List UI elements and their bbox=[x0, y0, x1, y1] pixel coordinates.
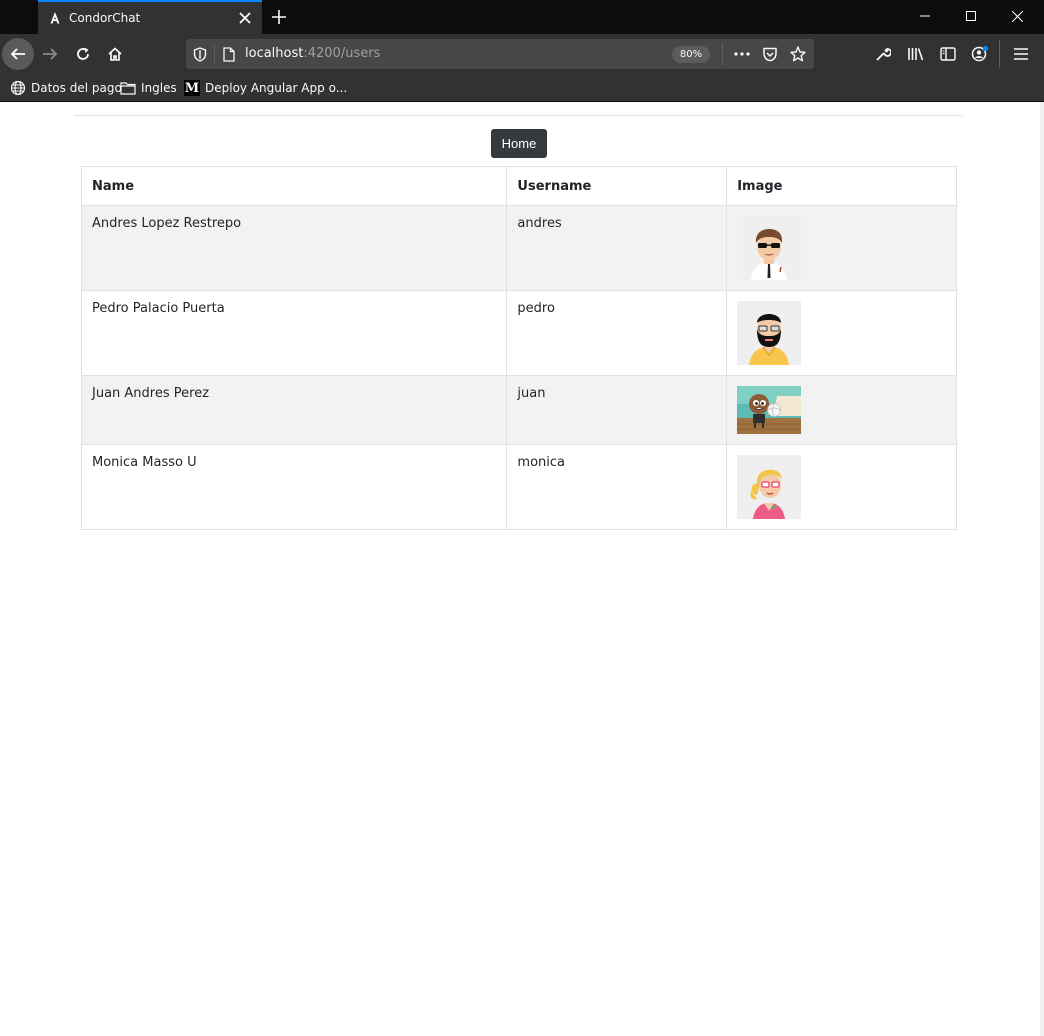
cell-name: Andres Lopez Restrepo bbox=[80, 205, 508, 291]
bookmark-label: Deploy Angular App o... bbox=[205, 81, 348, 95]
close-tab-icon[interactable] bbox=[234, 7, 256, 29]
minimize-icon[interactable] bbox=[902, 0, 948, 32]
tab-strip: CondorChat bbox=[0, 0, 1044, 34]
home-button[interactable]: Home bbox=[491, 129, 547, 158]
column-header-image: Image bbox=[726, 166, 957, 206]
url-host: localhost bbox=[245, 46, 304, 61]
tab-title: CondorChat bbox=[69, 11, 141, 25]
navigation-toolbar: localhost:4200/users 80% bbox=[0, 34, 1044, 74]
zoom-level-badge[interactable]: 80% bbox=[672, 46, 710, 63]
cell-image bbox=[726, 205, 957, 291]
medium-icon: M bbox=[184, 80, 200, 96]
page-content: Home Name Username Image Andres Lopez Re… bbox=[0, 102, 1044, 1036]
table-row: Andres Lopez Restrepo andres bbox=[80, 205, 957, 291]
page-icon[interactable] bbox=[219, 44, 239, 64]
users-table: Name Username Image Andres Lopez Restrep… bbox=[80, 166, 957, 530]
bookmark-label: Datos del pago bbox=[31, 81, 122, 95]
hamburger-menu-icon[interactable] bbox=[1008, 41, 1034, 67]
column-header-name: Name bbox=[80, 166, 508, 206]
forward-arrow-icon[interactable] bbox=[34, 38, 66, 70]
cell-name: Monica Masso U bbox=[80, 444, 508, 530]
bookmark-star-icon[interactable] bbox=[788, 44, 808, 64]
bookmark-item[interactable]: Datos del pago bbox=[10, 79, 122, 97]
library-icon[interactable] bbox=[903, 41, 929, 67]
avatar-blonde-woman bbox=[737, 455, 802, 519]
cell-image bbox=[726, 375, 957, 445]
url-divider bbox=[214, 45, 215, 63]
cell-username: monica bbox=[506, 444, 728, 530]
table-row: Monica Masso U monica bbox=[80, 444, 957, 530]
cell-image bbox=[726, 444, 957, 530]
maximize-icon[interactable] bbox=[948, 0, 994, 32]
wrench-icon[interactable] bbox=[870, 41, 896, 67]
url-bar[interactable]: localhost:4200/users 80% bbox=[186, 39, 814, 69]
table-header-row: Name Username Image bbox=[80, 166, 957, 206]
account-icon[interactable] bbox=[967, 41, 993, 67]
home-icon[interactable] bbox=[99, 38, 131, 70]
url-divider-2 bbox=[722, 43, 723, 65]
pocket-icon[interactable] bbox=[760, 44, 780, 64]
avatar-boy-volleyball bbox=[737, 386, 802, 434]
back-arrow-icon[interactable] bbox=[2, 38, 34, 70]
table-row: Juan Andres Perez juan bbox=[80, 375, 957, 445]
sidebar-icon[interactable] bbox=[935, 41, 961, 67]
cell-name: Juan Andres Perez bbox=[80, 375, 508, 445]
avatar-sunglasses-man bbox=[737, 216, 802, 280]
bookmark-folder[interactable]: Ingles bbox=[120, 79, 177, 97]
avatar-bearded-man bbox=[737, 301, 802, 365]
more-actions-icon[interactable] bbox=[732, 44, 752, 64]
table-row: Pedro Palacio Puerta pedro bbox=[80, 290, 957, 376]
reload-icon[interactable] bbox=[67, 38, 99, 70]
angular-icon bbox=[48, 11, 62, 25]
globe-icon bbox=[10, 80, 26, 96]
close-window-icon[interactable] bbox=[994, 0, 1040, 32]
url-text[interactable]: localhost:4200/users bbox=[245, 46, 380, 61]
new-tab-icon[interactable] bbox=[266, 4, 292, 30]
folder-icon bbox=[120, 80, 136, 96]
header-divider bbox=[74, 115, 963, 116]
url-path: :4200/users bbox=[303, 46, 381, 61]
browser-chrome: CondorChat localhost:4200/users 80% Dato… bbox=[0, 0, 1044, 102]
scrollbar-edge bbox=[1040, 102, 1044, 1036]
cell-image bbox=[726, 290, 957, 376]
bookmarks-toolbar: Datos del pago Ingles M Deploy Angular A… bbox=[0, 74, 1044, 102]
cell-username: pedro bbox=[506, 290, 728, 376]
cell-username: andres bbox=[506, 205, 728, 291]
bookmark-item[interactable]: M Deploy Angular App o... bbox=[184, 79, 347, 97]
tab-condorchat[interactable]: CondorChat bbox=[38, 0, 262, 34]
toolbar-divider bbox=[999, 40, 1000, 68]
cell-username: juan bbox=[506, 375, 728, 445]
shield-icon[interactable] bbox=[190, 44, 210, 64]
column-header-username: Username bbox=[506, 166, 728, 206]
bookmark-label: Ingles bbox=[141, 81, 177, 95]
cell-name: Pedro Palacio Puerta bbox=[80, 290, 508, 376]
